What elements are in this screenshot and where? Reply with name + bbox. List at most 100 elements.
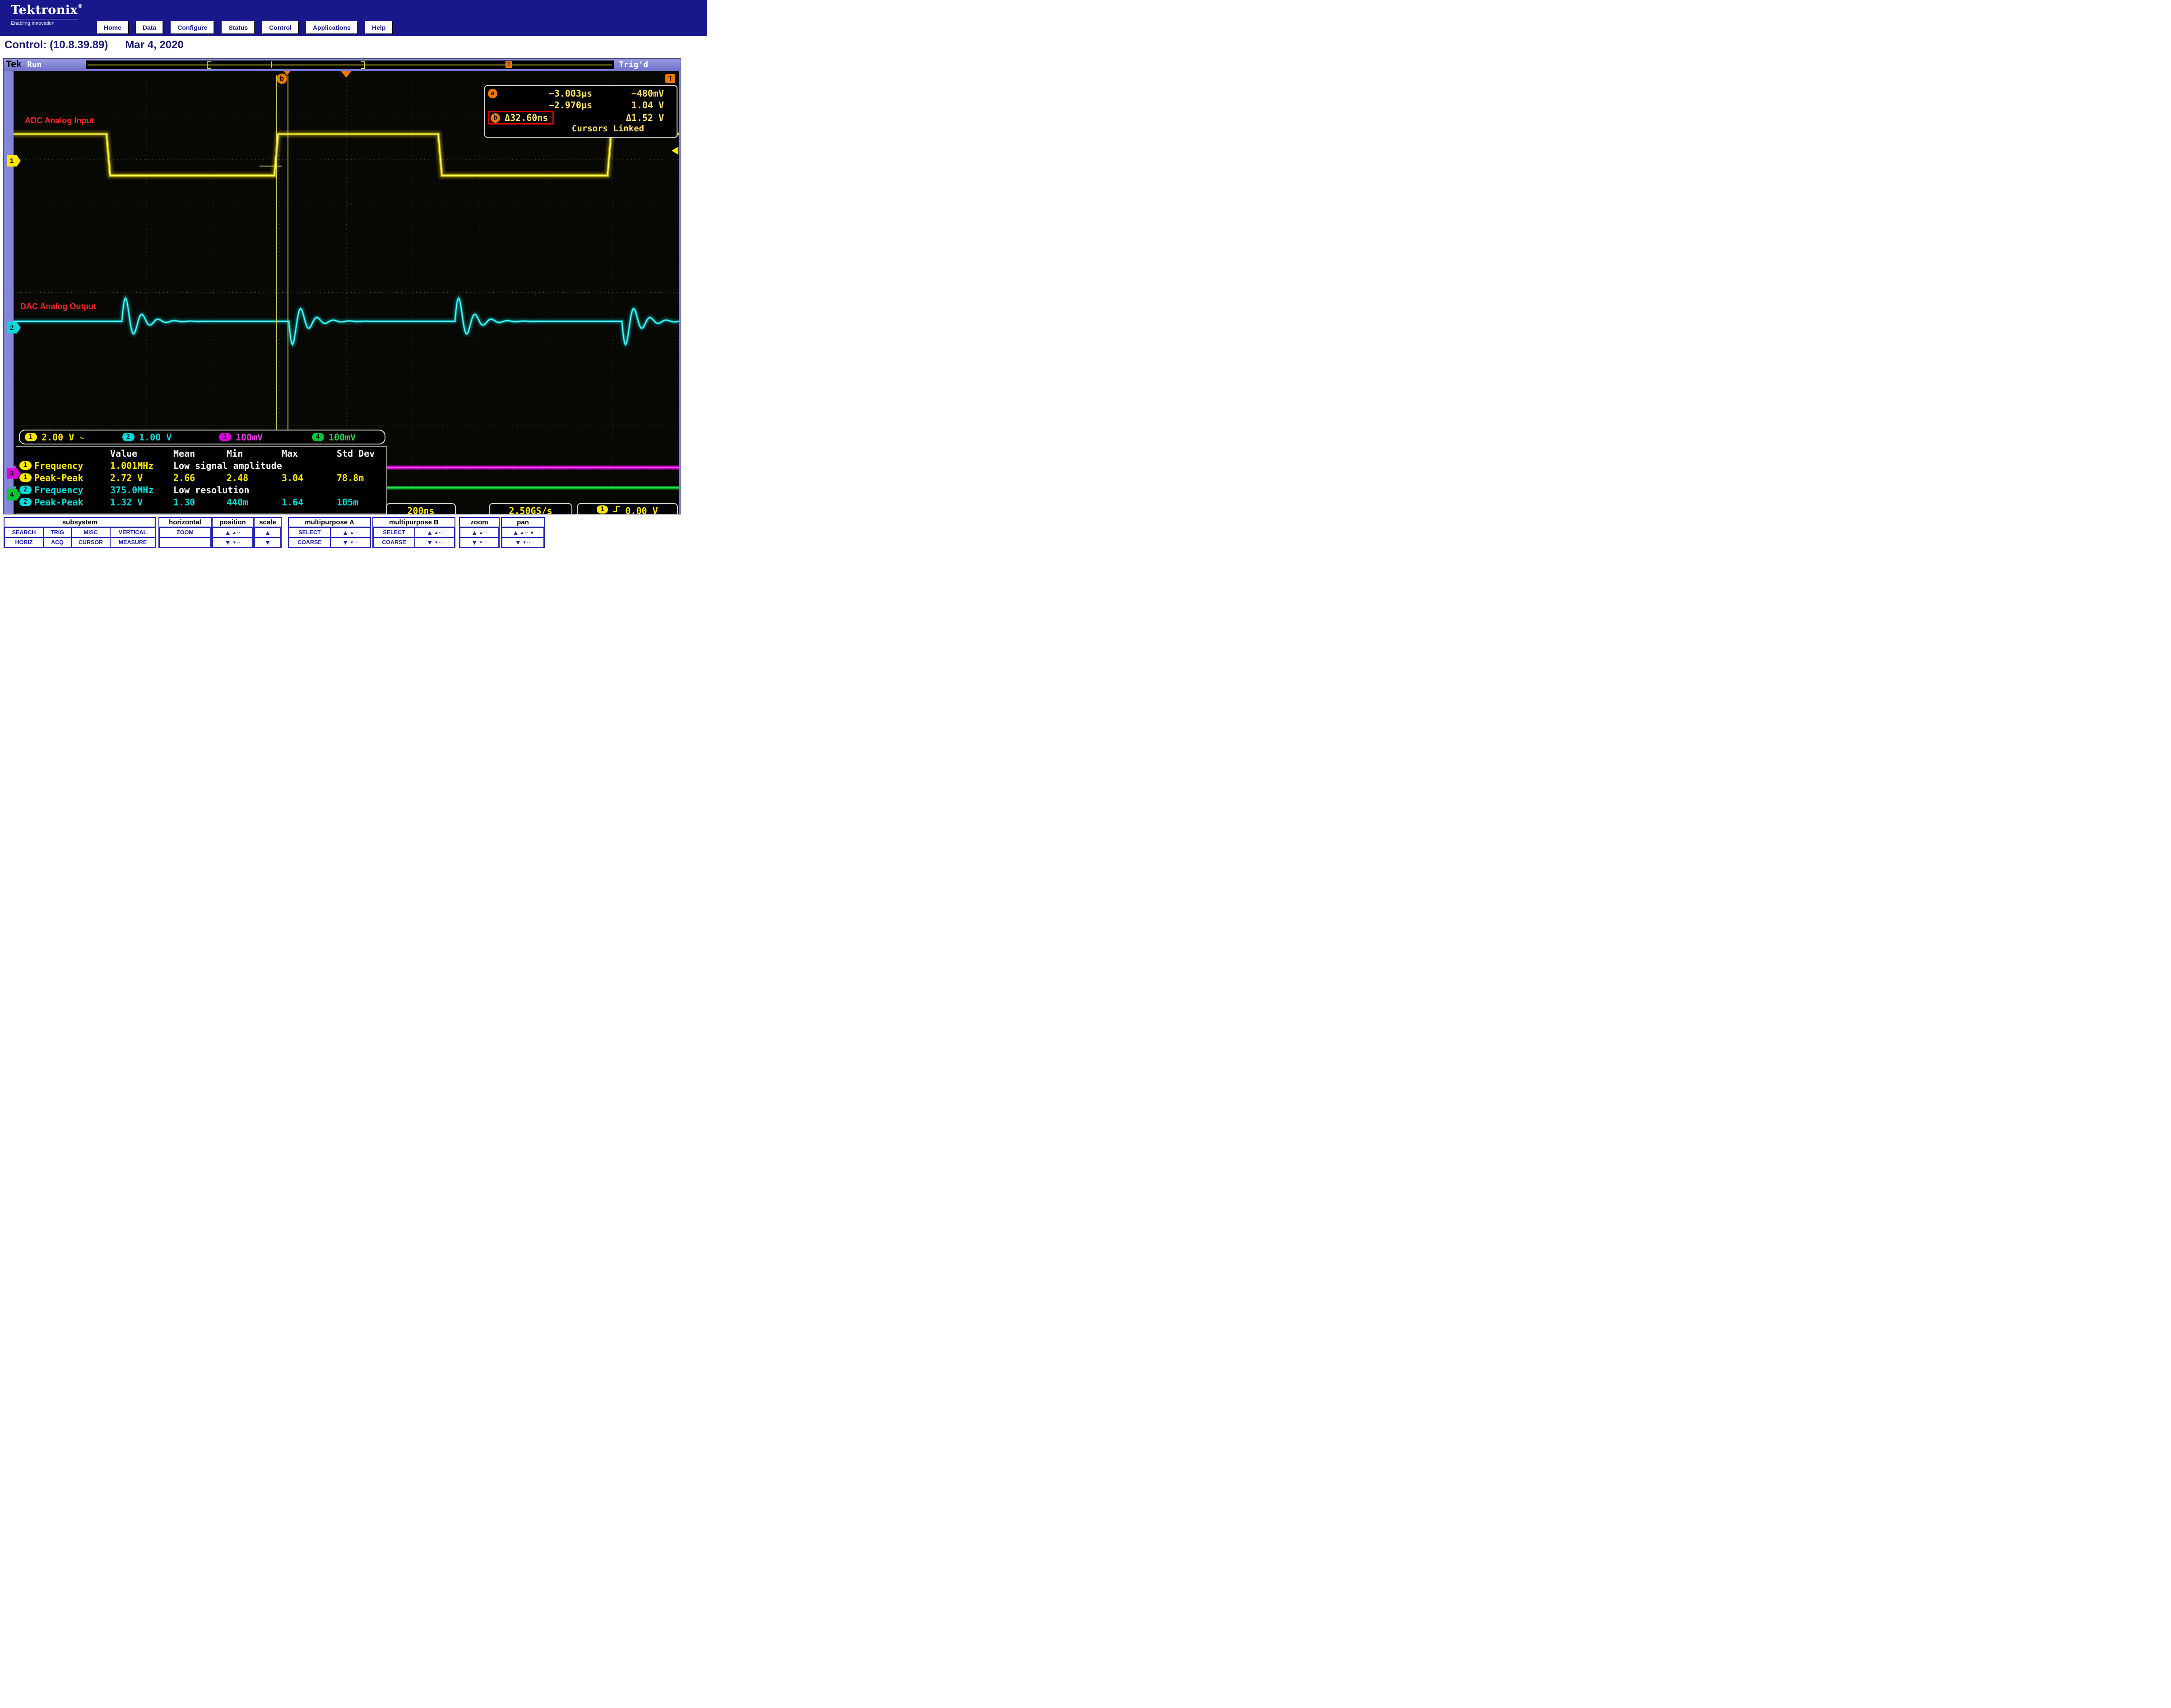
measurement-header-row: Value Mean Min Max Std Dev xyxy=(16,448,386,459)
channel-2-scale: 1.00 V xyxy=(139,432,214,443)
measurement-name: Peak-Peak xyxy=(34,472,110,483)
logo-tagline: Enabling Innovation xyxy=(11,21,83,26)
measurement-name: Frequency xyxy=(34,485,110,495)
zoom-out-button[interactable]: ▼ ▼ ·· xyxy=(460,538,498,547)
scale-down-button[interactable]: ▼ xyxy=(255,538,280,547)
pan-up-button[interactable]: ▲ ▲ ·· ■ xyxy=(502,528,543,537)
trig-button[interactable]: TRIG xyxy=(44,528,71,537)
position-group-title: position xyxy=(213,518,253,528)
trigger-position-icon xyxy=(341,71,352,78)
down-arrow-icon: ▼ xyxy=(264,539,271,546)
vertical-button[interactable]: VERTICAL xyxy=(111,528,155,537)
channel-scale-bar: 1 2.00 V∼ 2 1.00 V 3 100mV 4 100mV xyxy=(19,430,385,444)
cursor-a-line[interactable] xyxy=(276,75,277,430)
zoom-group: zoom ▲ ▲ ·· ▼ ▼ ·· xyxy=(459,517,500,548)
multipurpose-b-title: multipurpose B xyxy=(373,518,455,528)
col-stddev: Std Dev xyxy=(337,448,384,459)
fine-dots-icon: ·· xyxy=(354,540,358,545)
cursor-b-row: −2.970µs 1.04 V xyxy=(488,99,674,111)
multipurpose-a-select-button[interactable]: SELECT xyxy=(289,528,330,537)
acq-button[interactable]: ACQ xyxy=(44,538,71,547)
misc-button[interactable]: MISC xyxy=(72,528,110,537)
horizontal-zoom-button[interactable]: ZOOM xyxy=(160,528,210,537)
search-button[interactable]: SEARCH xyxy=(5,528,43,537)
up-arrow-fine-icon: ▲ xyxy=(232,530,237,535)
acquisition-state-label: Run xyxy=(27,60,42,69)
cursor-b-voltage: 1.04 V xyxy=(592,100,674,111)
up-arrow-icon: ▲ xyxy=(513,529,519,536)
up-arrow-icon: ▲ xyxy=(264,529,271,536)
col-min: Min xyxy=(227,448,282,459)
multipurpose-a-up-button[interactable]: ▲ ▲ ·· xyxy=(331,528,370,537)
multipurpose-a-coarse-button[interactable]: COARSE xyxy=(289,538,330,547)
measure-button[interactable]: MEASURE xyxy=(111,538,155,547)
measurement-name: Frequency xyxy=(34,460,110,471)
cursor-a-voltage: −480mV xyxy=(592,88,674,99)
multipurpose-b-up-button[interactable]: ▲ ▲ ·· xyxy=(415,528,454,537)
pan-window-icon: ■ xyxy=(531,530,533,535)
cursor-a-badge-icon: a xyxy=(488,89,497,98)
measurement-value: 375.0MHz xyxy=(110,485,173,495)
record-view-timeline[interactable]: T xyxy=(86,60,614,69)
zoom-in-button[interactable]: ▲ ▲ ·· xyxy=(460,528,498,537)
horiz-button[interactable]: HORIZ xyxy=(5,538,43,547)
multipurpose-b-coarse-button[interactable]: COARSE xyxy=(374,538,414,547)
nav-applications-button[interactable]: Applications xyxy=(306,21,357,34)
cursor-button[interactable]: CURSOR xyxy=(72,538,110,547)
channel-1-annotation: ADC Analog Input xyxy=(25,116,94,125)
fine-dots-icon: ·· xyxy=(527,540,531,545)
nav-help-button[interactable]: Help xyxy=(365,21,392,34)
subsystem-group: subsystem SEARCH TRIG MISC VERTICAL HORI… xyxy=(4,517,156,548)
channel-4-scale: 100mV xyxy=(329,432,385,443)
nav-buttons: Home Data Configure Status Control Appli… xyxy=(97,21,392,34)
down-arrow-icon: ▼ xyxy=(427,539,433,546)
nav-configure-button[interactable]: Configure xyxy=(171,21,214,34)
channel-1-pill[interactable]: 1 xyxy=(25,433,37,441)
position-up-button[interactable]: ▲ ▲ ·· xyxy=(213,528,252,537)
measurement-std: 78.8m xyxy=(337,472,384,483)
subsystem-group-title: subsystem xyxy=(5,518,155,528)
measurement-min: 2.48 xyxy=(227,472,282,483)
multipurpose-a-title: multipurpose A xyxy=(289,518,370,528)
channel-2-pill[interactable]: 2 xyxy=(122,433,135,441)
fine-dots-icon: ·· xyxy=(354,530,358,535)
timebase-readout: 200ns xyxy=(386,503,456,514)
position-down-button[interactable]: ▼ ▼ ·· xyxy=(213,538,252,547)
multipurpose-b-group: multipurpose B SELECT ▲ ▲ ·· COARSE ▼ ▼ … xyxy=(372,517,455,548)
multipurpose-b-select-button[interactable]: SELECT xyxy=(374,528,414,537)
timeline-right-bracket[interactable] xyxy=(361,61,365,69)
channel-3-pill[interactable]: 3 xyxy=(219,433,231,441)
nav-status-button[interactable]: Status xyxy=(222,21,255,34)
cursor-readout: a −3.003µs −480mV −2.970µs 1.04 V b Δ32.… xyxy=(484,85,677,138)
logo-text: Tektronix® xyxy=(11,3,83,17)
measurement-max: 1.64 xyxy=(282,497,337,508)
timeline-left-bracket[interactable] xyxy=(207,61,211,69)
trigger-readout: 1 0.00 V xyxy=(577,503,678,514)
channel-2-pill: 2 xyxy=(19,498,32,506)
delta-voltage-value: Δ1.52 V xyxy=(592,112,674,123)
scale-up-button[interactable]: ▲ xyxy=(255,528,280,537)
nav-control-button[interactable]: Control xyxy=(262,21,298,34)
trigger-level-value: 0.00 V xyxy=(625,505,658,514)
channel-1-pill: 1 xyxy=(19,461,32,470)
sample-rate-readout: 2.50GS/s xyxy=(489,503,572,514)
measurement-name: Peak-Peak xyxy=(34,497,110,508)
nav-data-button[interactable]: Data xyxy=(136,21,163,34)
down-arrow-fine-icon: ▼ xyxy=(232,540,237,545)
multipurpose-b-down-button[interactable]: ▼ ▼ ·· xyxy=(415,538,454,547)
measurement-std: 105m xyxy=(337,497,384,508)
cursor-delta-row: b Δ32.60ns Δ1.52 V xyxy=(488,111,674,123)
channel-1-scale: 2.00 V∼ xyxy=(42,432,117,443)
nav-home-button[interactable]: Home xyxy=(97,21,128,34)
registered-mark-icon: ® xyxy=(78,3,83,9)
pan-down-button[interactable]: ▼ ▼ ·· xyxy=(502,538,543,547)
up-arrow-fine-icon: ▲ xyxy=(350,530,354,535)
channel-4-pill[interactable]: 4 xyxy=(312,433,324,441)
control-status-line: Control: (10.8.39.89)Mar 4, 2020 xyxy=(5,39,184,51)
multipurpose-a-down-button[interactable]: ▼ ▼ ·· xyxy=(331,538,370,547)
up-arrow-icon: ▲ xyxy=(225,529,231,536)
date-label: Mar 4, 2020 xyxy=(125,39,183,51)
horizontal-group-title: horizontal xyxy=(159,518,211,528)
channel-2-pill: 2 xyxy=(19,486,32,494)
fine-dots-icon: ·· xyxy=(483,540,487,545)
